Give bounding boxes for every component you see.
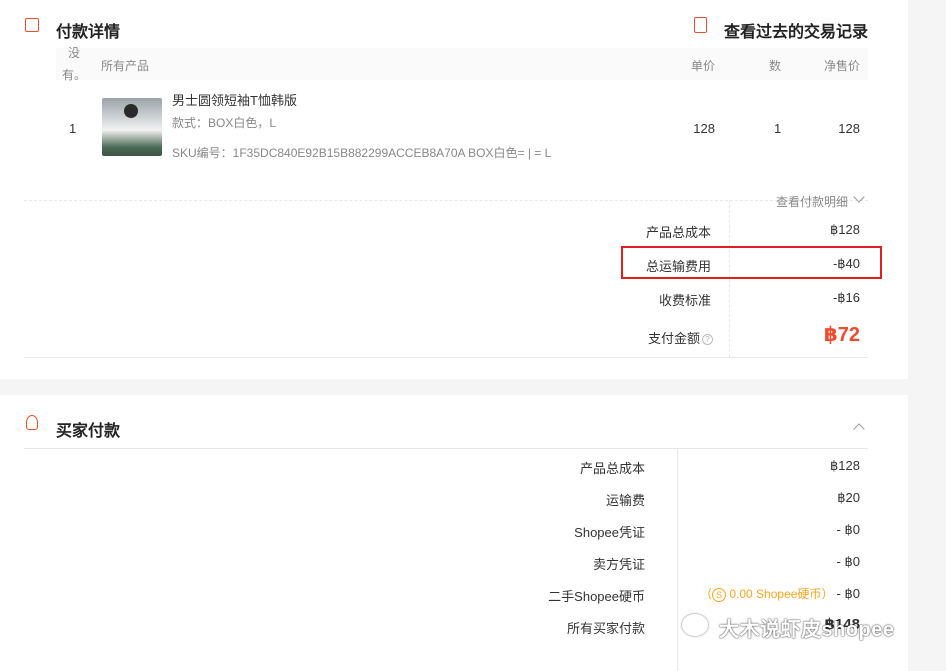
- total-label-row: 支付金额?: [580, 328, 713, 347]
- help-icon[interactable]: ?: [702, 334, 713, 346]
- summary-label: 总运输费用: [645, 259, 711, 274]
- buyer-row-label: 所有买家付款: [566, 621, 645, 636]
- shopee-coin-icon: S: [712, 587, 727, 602]
- payment-details-title: 付款详情: [56, 24, 121, 41]
- payment-hand-icon: [26, 415, 38, 430]
- summary-value: ฿128: [830, 222, 860, 237]
- buyer-row-label: 二手Shopee硬币: [548, 589, 645, 604]
- product-sku: SKU编号：1F35DC840E92B15B882299ACCEB8A70A B…: [172, 146, 552, 160]
- item-unit-price: 128: [693, 121, 715, 136]
- product-variation: 款式：BOX白色，L: [172, 116, 277, 130]
- buyer-row-value: - ฿0: [836, 554, 860, 569]
- summary-label: 收费标准: [658, 293, 711, 308]
- wechat-icon: [682, 614, 708, 636]
- buyer-row-value: - ฿0: [836, 586, 860, 601]
- summary-value: -฿16: [832, 290, 860, 305]
- buyer-row-label: 卖方凭证: [592, 557, 645, 572]
- buyer-payment-title: 买家付款: [56, 423, 121, 440]
- col-index-header: 没有。: [62, 46, 87, 82]
- bottom-divider: [24, 357, 868, 358]
- coin-note-open: （: [700, 587, 713, 601]
- payment-icon: [25, 18, 39, 32]
- summary-value: -฿40: [832, 256, 860, 271]
- item-qty: 1: [774, 121, 782, 136]
- buyer-row-value: ฿128: [830, 458, 860, 473]
- buyer-row-value: - ฿0: [836, 522, 860, 537]
- buyer-row-label: Shopee凭证: [574, 525, 645, 540]
- product-thumbnail[interactable]: [102, 98, 162, 156]
- col-unit-price-header: 单价: [690, 59, 715, 73]
- col-product-header: 所有产品: [101, 59, 150, 73]
- item-index: 1: [69, 121, 77, 136]
- summary-label: 产品总成本: [645, 225, 711, 240]
- divider: [24, 200, 868, 201]
- buyer-row-label: 运输费: [605, 493, 645, 508]
- total-amount: ฿72: [823, 324, 860, 346]
- total-label: 支付金额: [647, 331, 700, 346]
- item-net-price: 128: [838, 121, 860, 136]
- column-divider: [677, 448, 678, 671]
- view-breakdown-link[interactable]: 查看付款明细: [776, 193, 848, 210]
- buyer-row-label: 产品总成本: [579, 461, 645, 476]
- buyer-row-value: ฿20: [837, 490, 860, 505]
- divider: [24, 448, 868, 449]
- payment-details-card: 付款详情 查看过去的交易记录 没有。 所有产品 单价 数 净售价 1 男士圆领短…: [0, 0, 908, 379]
- product-name[interactable]: 男士圆领短袖T恤韩版: [172, 90, 297, 109]
- buyer-payment-card: 买家付款 产品总成本 ฿128 运输费 ฿20 Shopee凭证 - ฿0 卖方…: [0, 395, 908, 671]
- document-icon: [694, 17, 707, 33]
- watermark: 大木说虾皮shopee: [719, 619, 895, 641]
- col-net-price-header: 净售价: [823, 59, 860, 73]
- col-qty-header: 数: [769, 59, 782, 73]
- transaction-history-link[interactable]: 查看过去的交易记录: [724, 18, 868, 42]
- chevron-up-icon[interactable]: [853, 423, 865, 435]
- view-breakdown-label: 查看付款明细: [776, 195, 849, 209]
- table-header: [56, 48, 868, 80]
